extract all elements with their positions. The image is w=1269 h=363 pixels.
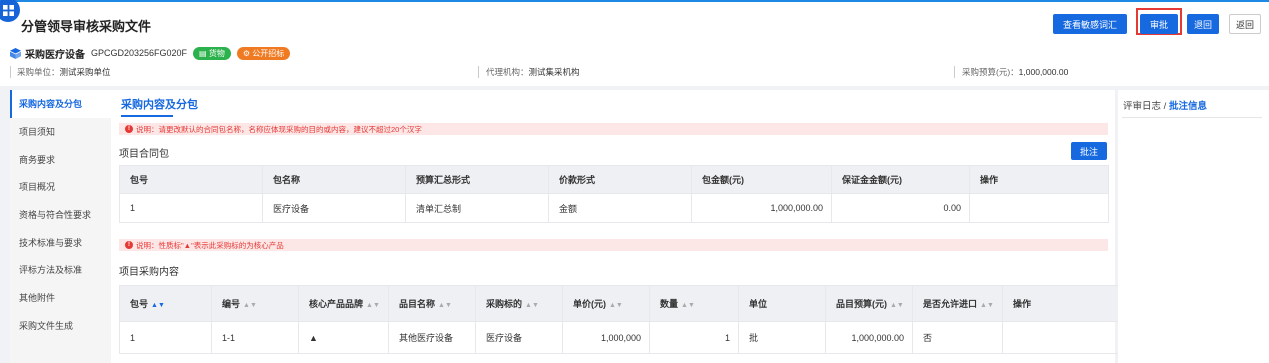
main-content: 采购内容及分包 ! 说明：请更改默认的合同包名称，名称应体现采购的目的或内容，建… [111,90,1119,363]
sort-icon: ▲▼ [890,302,904,309]
table-cell: 0.00 [831,193,970,223]
column-header: 操作 [1002,285,1119,322]
table-cell: 1,000,000 [562,321,650,354]
table-cell: 1 [119,321,212,354]
sidebar-item-business-requirements[interactable]: 商务要求 [10,145,111,173]
page-header: 分管领导审核采购文件 查看敏感词汇 审批 退回 返回 采购医疗设备 GPCGD2… [0,0,1269,86]
contract-package-table: 包号 包名称 预算汇总形式 价款形式 包金额(元) 保证金金额(元) 操作 1 … [119,165,1109,223]
approve-button[interactable]: 审批 [1140,14,1178,34]
package-name-notice: ! 说明：请更改默认的合同包名称，名称应体现采购的目的或内容，建议不超过20个汉… [119,123,1108,135]
sidebar-item-qualification[interactable]: 资格与符合性要求 [10,201,111,229]
table-cell: 批 [738,321,826,354]
divider [478,66,479,78]
column-header-sortable[interactable]: 核心产品品牌 ▲▼ [298,285,389,322]
sort-icon: ▲▼ [525,302,539,309]
page-title: 分管领导审核采购文件 [21,19,152,34]
divider [1122,117,1262,118]
column-header: 包号 [119,165,263,194]
tab-review-log[interactable]: 评审日志 [1123,101,1161,112]
sidebar-item-generate-document[interactable]: 采购文件生成 [10,312,111,340]
divider [10,66,11,78]
table-header-row: 包号 ▲▼ 编号 ▲▼ 核心产品品牌 ▲▼ 品目名称 ▲▼ 采购标的 ▲▼ 单价(元) ▲▼… [119,285,1119,322]
annotate-button[interactable]: 批注 [1071,142,1107,160]
goods-tag: ▤ 货物 [193,46,231,60]
column-header: 包名称 [262,165,406,194]
sort-icon: ▲▼ [366,302,380,309]
purchase-unit-info: 采购单位： 测试采购单位 [17,67,111,77]
table-row[interactable]: 1 1-1 ▲ 其他医疗设备 医疗设备 1,000,000 1 批 1,000,… [119,321,1119,354]
sidebar-item-project-overview[interactable]: 项目概况 [10,173,111,201]
warning-icon: ! [125,241,133,249]
log-panel-tabs: 评审日志 / 批注信息 [1123,101,1207,112]
table-cell: 1 [119,193,263,223]
project-row: 采购医疗设备 GPCGD203256FG020F ▤ 货物 ⚙ 公开招标 [10,46,296,61]
column-header: 保证金金额(元) [831,165,970,194]
table-cell: 1-1 [211,321,299,354]
review-log-panel: 评审日志 / 批注信息 [1118,90,1269,363]
procurement-items-table: 包号 ▲▼ 编号 ▲▼ 核心产品品牌 ▲▼ 品目名称 ▲▼ 采购标的 ▲▼ 单价(元) ▲▼… [119,285,1119,354]
table-row[interactable]: 1 医疗设备 清单汇总制 金额 1,000,000.00 0.00 [119,193,1109,223]
table-cell: 医疗设备 [475,321,563,354]
column-header-sortable[interactable]: 编号 ▲▼ [211,285,299,322]
column-header: 预算汇总形式 [405,165,549,194]
sort-icon: ▲▼ [151,302,165,309]
procurement-items-title: 项目采购内容 [119,267,179,278]
column-header-sortable[interactable]: 采购标的 ▲▼ [475,285,563,322]
sort-icon: ▲▼ [438,302,452,309]
back-button[interactable]: 返回 [1229,14,1261,34]
table-cell: 其他医疗设备 [388,321,476,354]
core-product-notice: ! 说明：性质标"▲"表示此采购标的为核心产品 [119,239,1108,251]
agency-info: 代理机构： 测试集采机构 [486,67,580,77]
sidebar-item-project-notice[interactable]: 项目须知 [10,118,111,146]
sidebar-item-content-and-packages[interactable]: 采购内容及分包 [10,90,111,118]
sort-icon: ▲▼ [243,302,257,309]
table-header-row: 包号 包名称 预算汇总形式 价款形式 包金额(元) 保证金金额(元) 操作 [119,165,1109,194]
table-cell: 清单汇总制 [405,193,549,223]
open-tender-tag: ⚙ 公开招标 [236,46,291,60]
divider [954,66,955,78]
section-title-underline [121,115,173,117]
warning-icon: ! [125,125,133,133]
column-header-sortable[interactable]: 包号 ▲▼ [119,285,212,322]
table-cell: ▲ [298,321,389,354]
table-cell: 1,000,000.00 [825,321,913,354]
sidebar-item-other-attachments[interactable]: 其他附件 [10,284,111,312]
project-code: GPCGD203256FG020F [91,48,188,58]
column-header-sortable[interactable]: 单价(元) ▲▼ [562,285,650,322]
table-cell: 金额 [548,193,692,223]
column-header: 价款形式 [548,165,692,194]
column-header-sortable[interactable]: 品目名称 ▲▼ [388,285,476,322]
cube-icon [10,47,21,59]
sort-icon: ▲▼ [681,302,695,309]
table-cell: 1,000,000.00 [691,193,832,223]
contract-package-title: 项目合同包 [119,149,169,160]
app-logo-icon [0,0,20,22]
column-header: 单位 [738,285,826,322]
table-cell: 否 [912,321,1003,354]
table-cell [1002,321,1119,354]
return-button[interactable]: 退回 [1187,14,1219,34]
sort-icon: ▲▼ [609,302,623,309]
tab-annotation-info[interactable]: 批注信息 [1169,101,1207,112]
table-cell: 医疗设备 [262,193,406,223]
sort-icon: ▲▼ [980,302,994,309]
column-header-sortable[interactable]: 品目预算(元) ▲▼ [825,285,913,322]
table-cell: 1 [649,321,739,354]
view-sensitive-words-button[interactable]: 查看敏感词汇 [1053,14,1127,34]
column-header: 操作 [969,165,1109,194]
sidebar: 采购内容及分包 项目须知 商务要求 项目概况 资格与符合性要求 技术标准与要求 … [10,90,111,363]
section-title: 采购内容及分包 [121,99,198,111]
table-cell [969,193,1109,223]
column-header: 包金额(元) [691,165,832,194]
column-header-sortable[interactable]: 是否允许进口 ▲▼ [912,285,1003,322]
project-name: 采购医疗设备 [25,49,85,61]
sidebar-item-technical-standards[interactable]: 技术标准与要求 [10,228,111,256]
budget-info: 采购预算(元)： 1,000,000.00 [962,67,1069,77]
sidebar-item-evaluation-method[interactable]: 评标方法及标准 [10,256,111,284]
column-header-sortable[interactable]: 数量 ▲▼ [649,285,739,322]
